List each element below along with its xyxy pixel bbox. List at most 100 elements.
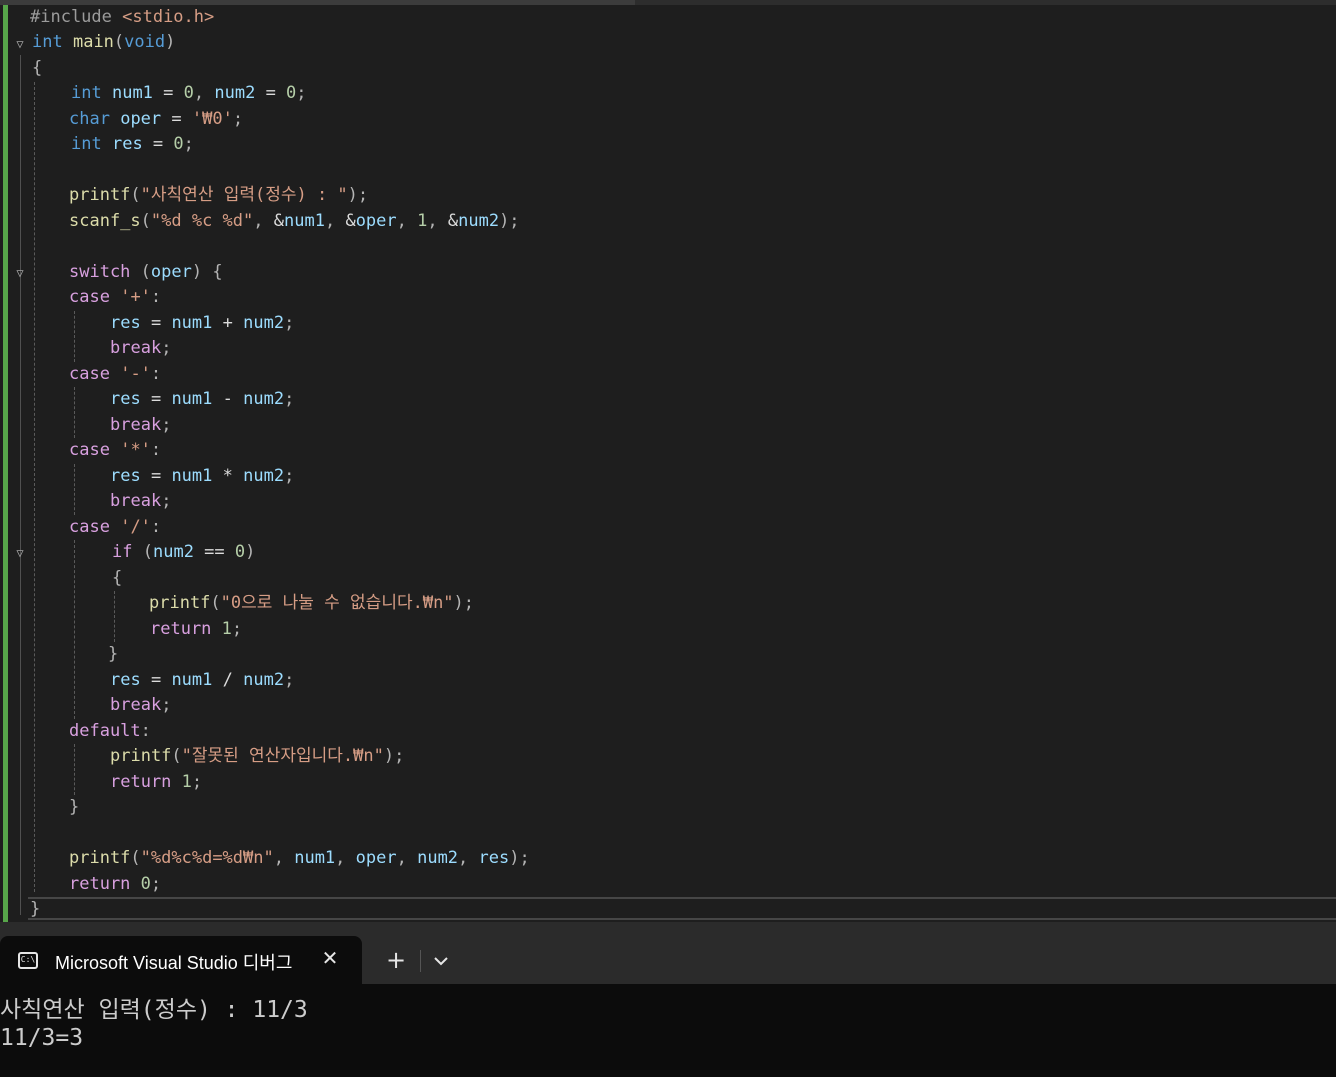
code-line[interactable]: switch (oper) { (69, 260, 223, 286)
code-token: = (140, 466, 172, 486)
code-line[interactable]: case '+': (69, 285, 161, 311)
code-token: 0 (234, 542, 246, 562)
code-line[interactable]: char oper = '₩0'; (69, 107, 243, 133)
code-token: = (140, 313, 172, 333)
code-token: #include (30, 7, 123, 27)
code-token: ; (161, 415, 172, 435)
code-token: return (110, 772, 172, 792)
fold-toggle-main-icon[interactable]: ▽ (13, 37, 27, 51)
code-line[interactable]: int main(void) (32, 30, 175, 56)
code-token: & (447, 211, 459, 231)
code-token: } (108, 644, 119, 664)
code-line[interactable]: #include <stdio.h> (30, 5, 214, 31)
code-token: num2 (152, 542, 194, 562)
code-token: '+' (120, 287, 151, 307)
code-line[interactable]: } (69, 795, 79, 821)
code-token: { (32, 58, 43, 78)
code-token: break (110, 338, 162, 358)
code-line[interactable]: break; (110, 413, 171, 439)
code-token: num1 (294, 848, 336, 868)
code-token: + (212, 313, 244, 333)
code-token: printf (110, 746, 172, 766)
code-line[interactable]: printf("사칙연산 입력(정수) : "); (69, 183, 368, 209)
code-token: printf (69, 848, 131, 868)
code-line[interactable]: return 0; (69, 872, 161, 898)
code-token: = (161, 109, 192, 129)
code-token: ; (284, 466, 295, 486)
code-token: "사칙연산 입력(정수) : " (140, 185, 348, 205)
code-line[interactable]: res = num1 + num2; (110, 311, 294, 337)
code-line[interactable]: } (108, 642, 118, 668)
indent-guide-main (34, 82, 35, 892)
fold-toggle-if-icon[interactable]: ▽ (13, 546, 27, 560)
code-line[interactable]: { (112, 566, 122, 592)
code-line[interactable]: break; (110, 489, 171, 515)
code-token: "0으로 나눌 수 없습니다.₩n" (220, 593, 454, 613)
code-token: ); (383, 746, 405, 766)
code-line[interactable]: res = num1 * num2; (110, 464, 294, 490)
code-token: res (110, 466, 141, 486)
code-token: void (124, 32, 166, 52)
code-line[interactable]: printf("잘못된 연산자입니다.₩n"); (110, 744, 404, 770)
code-editor[interactable]: ▽ ▽ ▽ #include <stdio.h> int main(void){i… (0, 0, 1336, 922)
code-token: res (110, 313, 141, 333)
new-tab-plus-icon[interactable]: + (382, 947, 410, 975)
code-line[interactable]: case '-': (69, 362, 161, 388)
code-token: break (110, 695, 162, 715)
code-token: = (142, 134, 174, 154)
code-token: printf (149, 593, 211, 613)
code-token: default (69, 721, 141, 741)
console-output-line: 사칙연산 입력(정수) : 11/3 (0, 997, 308, 1023)
code-token: 1 (221, 619, 232, 639)
code-token: ; (161, 695, 172, 715)
code-line[interactable]: if (num2 == 0) (112, 540, 255, 566)
code-line[interactable]: scanf_s("%d %c %d", &num1, &oper, 1, &nu… (69, 209, 520, 235)
code-token: ; (191, 772, 203, 792)
code-token: printf (69, 185, 131, 205)
code-token: oper (120, 109, 162, 129)
tab-title: Microsoft Visual Studio 디버그 (55, 953, 293, 973)
code-token: ( (140, 211, 151, 231)
code-line[interactable]: res = num1 - num2; (110, 387, 294, 413)
code-line[interactable]: res = num1 / num2; (110, 668, 294, 694)
code-line[interactable]: { (32, 56, 42, 82)
code-token: , (193, 83, 215, 103)
code-token: ( (130, 185, 141, 205)
code-token: , (253, 211, 274, 231)
code-line[interactable]: default: (69, 719, 151, 745)
close-icon[interactable]: ✕ (318, 946, 342, 970)
code-token: ; (161, 491, 172, 511)
code-line[interactable]: case '*': (69, 438, 161, 464)
code-token: num2 (243, 670, 285, 690)
code-token: '₩0' (191, 109, 233, 129)
code-token: num1 (171, 670, 213, 690)
code-line[interactable]: break; (110, 336, 171, 362)
code-token: ; (161, 338, 172, 358)
code-token: 0 (140, 874, 151, 894)
code-line[interactable]: int num1 = 0, num2 = 0; (71, 81, 307, 107)
code-line[interactable]: case '/': (69, 515, 161, 541)
code-line[interactable]: printf("0으로 나눌 수 없습니다.₩n"); (149, 591, 474, 617)
code-line[interactable]: int res = 0; (71, 132, 194, 158)
code-token: ; (284, 313, 295, 333)
code-line[interactable]: break; (110, 693, 171, 719)
code-token: ); (453, 593, 475, 613)
code-line[interactable]: return 1; (110, 770, 202, 796)
chevron-down-icon[interactable] (428, 947, 454, 975)
outline-gutter-line (20, 55, 21, 915)
code-token: ; (231, 619, 243, 639)
code-token: num2 (243, 313, 285, 333)
change-tracking-bar (3, 5, 8, 922)
code-line[interactable]: return 1; (150, 617, 242, 643)
debug-console[interactable]: C:\ Microsoft Visual Studio 디버그 ✕ + 사칙연산… (0, 922, 1336, 1077)
code-line[interactable]: printf("%d%c%d=%d₩n", num1, oper, num2, … (69, 846, 530, 872)
code-token: , (324, 211, 346, 231)
code-token: int (71, 134, 102, 154)
tab-divider (420, 950, 421, 972)
console-tab[interactable]: C:\ Microsoft Visual Studio 디버그 ✕ (0, 936, 362, 984)
fold-toggle-switch-icon[interactable]: ▽ (13, 266, 27, 280)
code-token: main (72, 32, 114, 52)
